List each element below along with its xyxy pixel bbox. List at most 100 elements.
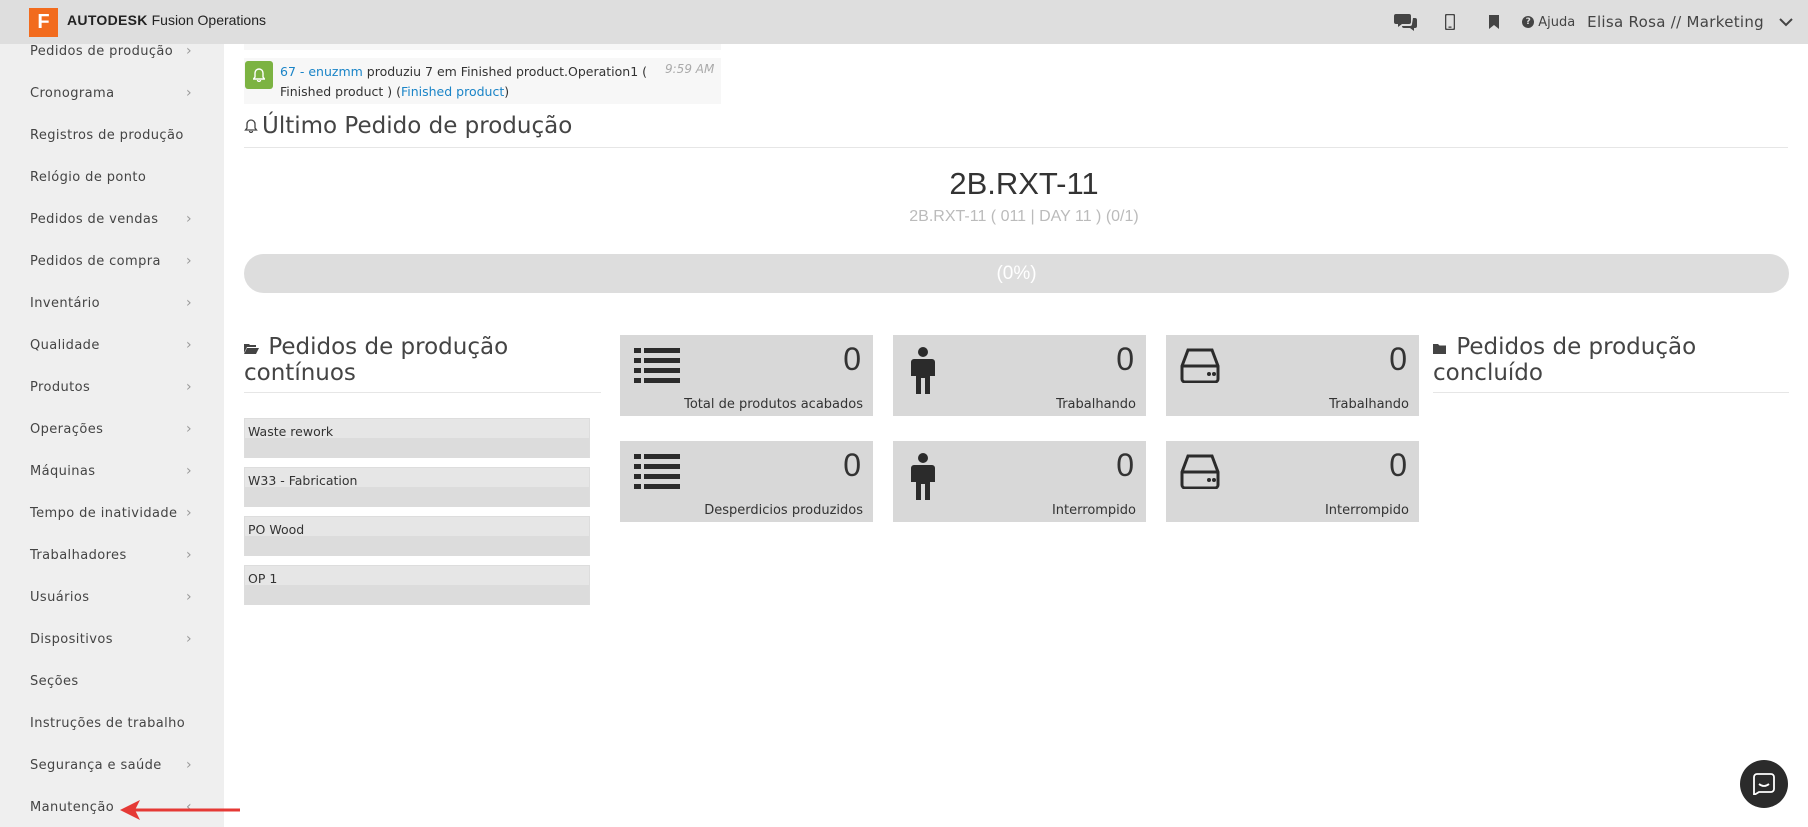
sidebar-item[interactable]: Máquinas › [0,450,224,492]
continuous-order-item[interactable]: PO Wood [244,516,590,556]
person-icon [909,347,937,399]
divider [1433,392,1789,393]
sidebar-item[interactable]: Trabalhadores › [0,534,224,576]
sidebar-item-label: Usuários [30,589,90,605]
sidebar-chevron-icon: › [186,589,192,605]
sidebar-chevron-icon: › [186,337,192,353]
mobile-icon[interactable] [1428,0,1472,44]
stat-caption: Trabalhando [1329,397,1409,412]
continuous-order-label: OP 1 [248,571,278,586]
machine-icon [1180,453,1220,493]
sidebar-item-label: Produtos [30,379,91,395]
brand-product: Fusion Operations [151,12,267,28]
sidebar-item[interactable]: Tempo de inatividade › [0,492,224,534]
stat-value: 0 [843,341,861,377]
notification-product-link[interactable]: Finished product [401,84,504,99]
stat-card[interactable]: 0 Interrompido [1166,441,1419,522]
user-menu[interactable]: Elisa Rosa // Marketing [1587,13,1764,31]
sidebar-item[interactable]: Pedidos de vendas › [0,198,224,240]
list-icon [634,347,680,387]
sidebar-item-label: Registros de produção [30,127,184,143]
sidebar-chevron-icon: › [186,211,192,227]
stat-value: 0 [843,447,861,483]
sidebar-item[interactable]: Seções [0,660,224,702]
person-icon [909,453,937,505]
sidebar-item[interactable]: Relógio de ponto [0,156,224,198]
sidebar-chevron-icon: › [186,44,192,59]
chevron-down-icon[interactable] [1764,0,1808,44]
continuous-order-item[interactable]: Waste rework [244,418,590,458]
continuous-order-progress [245,438,589,458]
stat-card[interactable]: 0 Total de produtos acabados [620,335,873,416]
help-link[interactable]: ? Ajuda [1522,15,1575,30]
folder-open-icon [244,344,259,354]
sidebar-item-label: Dispositivos [30,631,113,647]
sidebar-item[interactable]: Cronograma › [0,72,224,114]
sidebar-item[interactable]: Qualidade › [0,324,224,366]
stat-value: 0 [1389,447,1407,483]
notification-user-link[interactable]: 67 - enuzmm [280,64,363,79]
sidebar-item-label: Pedidos de produção [30,44,174,59]
sidebar-chevron-icon: › [186,421,192,437]
sidebar-item[interactable]: Segurança e saúde › [0,744,224,786]
stat-value: 0 [1116,447,1134,483]
stat-value: 0 [1389,341,1407,377]
sidebar-item[interactable]: Registros de produção [0,114,224,156]
sidebar-item-label: Instruções de trabalho [30,715,186,731]
sidebar-chevron-icon: › [186,295,192,311]
notification-previous [244,44,721,50]
stat-caption: Total de produtos acabados [684,397,863,412]
bookmark-icon[interactable] [1472,0,1516,44]
sidebar-item[interactable]: Pedidos de produção › [0,44,224,72]
bell-outline-icon [244,119,258,133]
top-right-controls: ? Ajuda Elisa Rosa // Marketing [1384,0,1808,44]
divider [244,392,601,393]
order-subtitle: 2B.RXT-11 ( 011 | DAY 11 ) (0/1) [909,208,1139,225]
sidebar-item[interactable]: Dispositivos › [0,618,224,660]
notification-text: 67 - enuzmm produziu 7 em Finished produ… [280,62,660,102]
notification-time: 9:59 AM [665,62,715,76]
sidebar-item[interactable]: Instruções de trabalho [0,702,224,744]
annotation-arrow-icon [120,800,240,820]
order-code[interactable]: 2B.RXT-11 [244,166,1804,202]
stat-card[interactable]: 0 Trabalhando [893,335,1146,416]
top-bar: F AUTODESK Fusion Operations ? Ajuda Eli… [0,0,1808,44]
latest-order-heading: Último Pedido de produção [244,113,572,139]
list-icon [634,453,680,493]
stat-card[interactable]: 0 Desperdicios produzidos [620,441,873,522]
sidebar: Pedidos de produção › Cronograma › Registros… [0,44,224,827]
sidebar-item-label: Relógio de ponto [30,169,147,185]
sidebar-item[interactable]: Inventário › [0,282,224,324]
continuous-orders-title: Pedidos de produção contínuos [244,334,509,386]
order-progress-label: (0%) [996,263,1037,284]
sidebar-chevron-icon: › [186,505,192,521]
sidebar-item-label: Manutenção [30,799,115,815]
folder-icon [1433,344,1446,354]
order-progress-bar: (0%) [244,254,1789,293]
sidebar-item-label: Cronograma [30,85,115,101]
stat-value: 0 [1116,341,1134,377]
sidebar-item[interactable]: Pedidos de compra › [0,240,224,282]
divider [244,147,1788,148]
stat-card[interactable]: 0 Trabalhando [1166,335,1419,416]
sidebar-item-label: Seções [30,673,79,689]
bell-icon [245,61,273,89]
fusion-logo[interactable]: F [29,8,58,37]
sidebar-item-label: Máquinas [30,463,96,479]
continuous-order-item[interactable]: OP 1 [244,565,590,605]
stat-card[interactable]: 0 Interrompido [893,441,1146,522]
sidebar-item-label: Tempo de inatividade [30,505,178,521]
support-chat-button[interactable] [1740,760,1788,808]
sidebar-item[interactable]: Usuários › [0,576,224,618]
chat-icon[interactable] [1384,0,1428,44]
stat-caption: Interrompido [1051,503,1136,518]
stat-caption: Trabalhando [1056,397,1136,412]
sidebar-item[interactable]: Produtos › [0,366,224,408]
continuous-order-label: Waste rework [248,424,334,439]
continuous-order-item[interactable]: W33 - Fabrication [244,467,590,507]
sidebar-item[interactable]: Operações › [0,408,224,450]
continuous-order-label: W33 - Fabrication [248,473,358,488]
help-label: Ajuda [1538,14,1576,30]
sidebar-chevron-icon: › [186,253,192,269]
stat-caption: Interrompido [1324,503,1409,518]
